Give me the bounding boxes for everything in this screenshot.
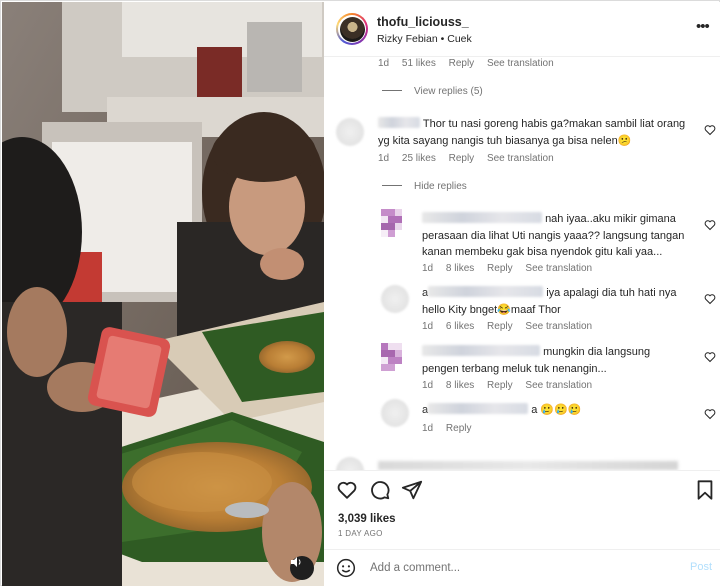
reply-button[interactable]: Reply — [487, 380, 513, 391]
redacted-username[interactable] — [428, 403, 529, 414]
audio-separator: • — [440, 33, 445, 45]
comment-composer: Post — [324, 550, 720, 586]
commenter-avatar[interactable] — [336, 118, 364, 146]
hide-replies-button[interactable]: Hide replies — [382, 181, 467, 192]
comment-meta: 1d 51 likes Reply See translation — [378, 58, 554, 69]
see-translation-link[interactable]: See translation — [487, 153, 554, 164]
comment-meta: 1d 25 likes Reply See translation — [378, 153, 554, 164]
commenter-avatar[interactable] — [381, 285, 409, 313]
commenter-avatar[interactable] — [381, 209, 409, 237]
speaker-icon — [291, 557, 301, 567]
reply-text: a a 🥲🥲🥲 — [422, 403, 582, 416]
author-avatar[interactable] — [336, 13, 368, 45]
commenter-avatar[interactable] — [381, 343, 409, 371]
audio-song: Cuek — [447, 33, 472, 45]
post-video[interactable] — [2, 2, 324, 586]
like-comment-heart-icon[interactable] — [704, 408, 716, 420]
comments-list[interactable]: 1d 51 likes Reply See translation View r… — [324, 57, 720, 470]
likes-count[interactable]: 3,039 likes — [338, 513, 396, 525]
reply-text: mungkin dia langsung pengen terbang melu… — [422, 345, 651, 375]
audio-info[interactable]: Rizky Febian • Cuek — [377, 33, 472, 45]
like-comment-heart-icon[interactable] — [704, 293, 716, 305]
mute-button[interactable] — [290, 556, 314, 580]
redacted-username[interactable] — [378, 117, 420, 128]
commenter-avatar[interactable] — [336, 457, 364, 470]
redacted-username[interactable] — [422, 212, 542, 223]
reply-text: nah iyaa..aku mikir gimana perasaan dia … — [422, 212, 685, 258]
emoji-icon[interactable] — [336, 558, 356, 578]
reply-meta: 1d 8 likes Reply See translation — [422, 380, 593, 391]
reply-button[interactable]: Reply — [449, 153, 475, 164]
see-translation-link[interactable]: See translation — [525, 321, 592, 332]
post-side-panel: thofu_liciouss_ Rizky Febian • Cuek ••• … — [324, 2, 720, 586]
audio-artist: Rizky Febian — [377, 33, 438, 45]
post-dialog: thofu_liciouss_ Rizky Febian • Cuek ••• … — [0, 0, 720, 586]
like-comment-heart-icon[interactable] — [704, 351, 716, 363]
comment-text: Thor tu nasi goreng habis ga?makan sambi… — [378, 117, 686, 147]
see-translation-link[interactable]: See translation — [525, 380, 592, 391]
reply-button[interactable]: Reply — [449, 58, 475, 69]
reply-text: a iya apalagi dia tuh hati nya hello Kit… — [422, 286, 677, 316]
reply-button[interactable]: Reply — [487, 263, 513, 274]
see-translation-link[interactable]: See translation — [525, 263, 592, 274]
post-date[interactable]: 1 DAY AGO — [338, 529, 383, 538]
reply-button[interactable]: Reply — [487, 321, 513, 332]
like-comment-heart-icon[interactable] — [704, 124, 716, 136]
reply-button[interactable]: Reply — [446, 423, 472, 434]
redacted-username[interactable] — [422, 345, 540, 356]
truncated-comment — [378, 461, 678, 470]
post-actions: 3,039 likes 1 DAY AGO — [324, 471, 720, 548]
save-bookmark-icon[interactable] — [694, 479, 716, 501]
more-options-button[interactable]: ••• — [696, 18, 710, 35]
post-header: thofu_liciouss_ Rizky Febian • Cuek ••• — [324, 2, 720, 56]
reply-meta: 1d Reply — [422, 423, 472, 434]
like-heart-icon[interactable] — [336, 479, 358, 501]
post-comment-button[interactable]: Post — [690, 561, 712, 573]
see-translation-link[interactable]: See translation — [487, 58, 554, 69]
like-comment-heart-icon[interactable] — [704, 219, 716, 231]
redacted-username[interactable] — [428, 286, 544, 297]
reply-meta: 1d 8 likes Reply See translation — [422, 263, 593, 274]
view-replies-button[interactable]: View replies (5) — [382, 86, 483, 97]
share-paper-plane-icon[interactable] — [401, 479, 423, 501]
reply-meta: 1d 6 likes Reply See translation — [422, 321, 593, 332]
comment-input[interactable] — [370, 559, 670, 577]
video-frame-illustration — [2, 2, 324, 586]
author-username[interactable]: thofu_liciouss_ — [377, 15, 469, 29]
comment-bubble-icon[interactable] — [369, 479, 391, 501]
commenter-avatar[interactable] — [381, 399, 409, 427]
